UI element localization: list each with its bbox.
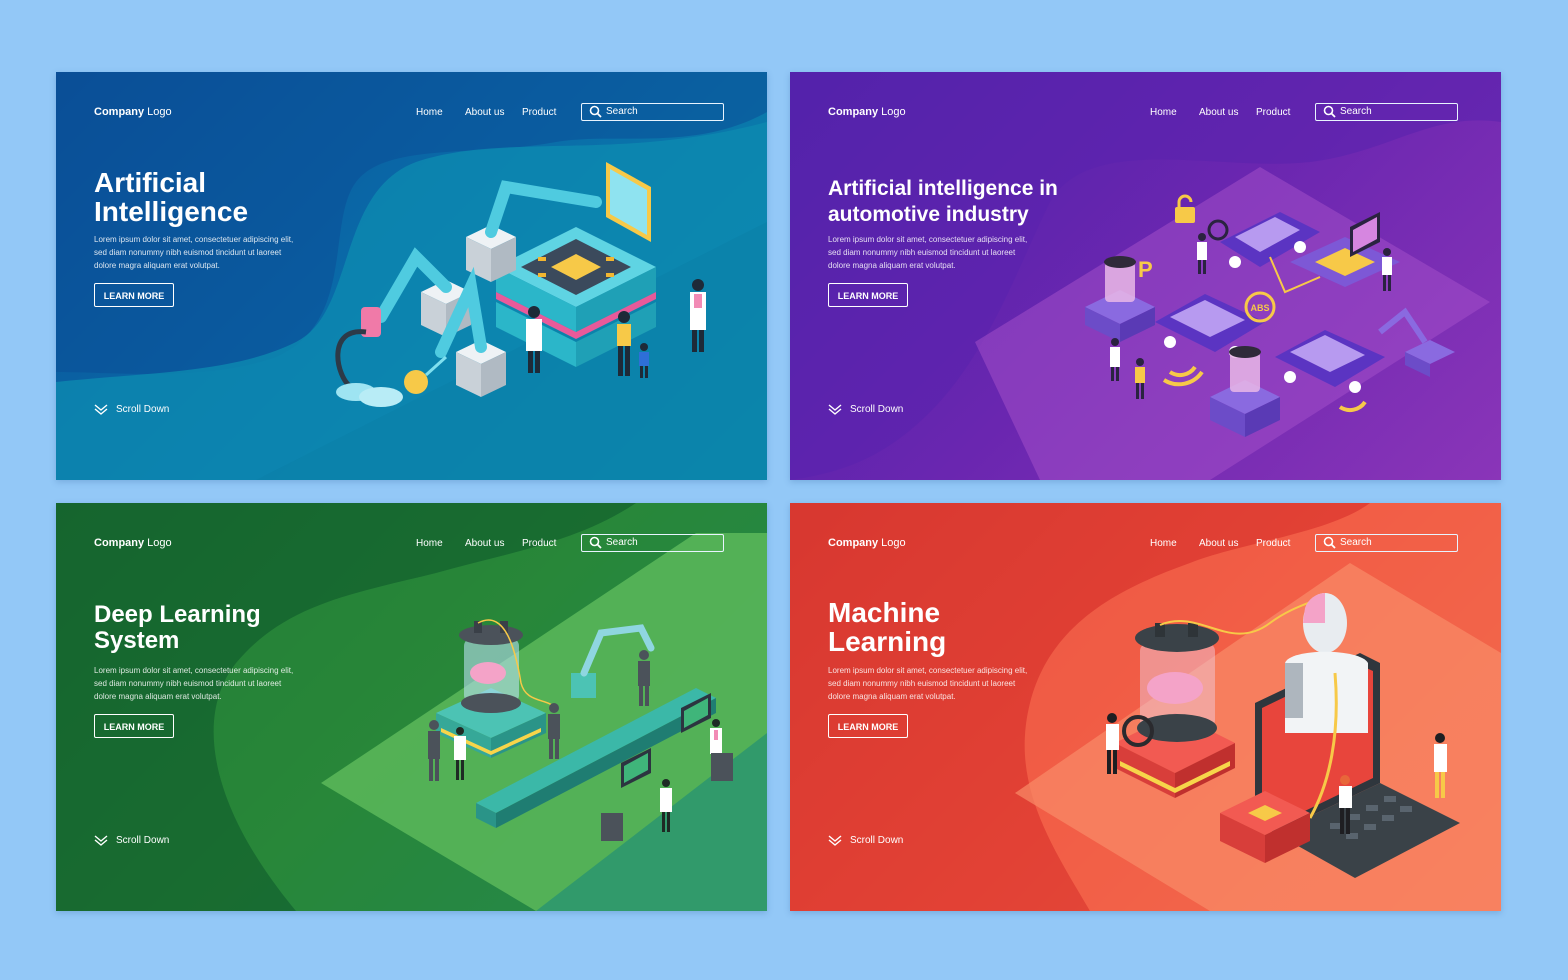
search-icon	[1323, 536, 1336, 549]
logo-bold: Company	[94, 106, 145, 118]
learn-more-button[interactable]: LEARN MORE	[94, 283, 174, 307]
logo-bold: Company	[828, 537, 879, 549]
illustration-smart-cars: P ABS	[1085, 194, 1455, 437]
hero-title-line: automotive industry	[828, 203, 1029, 226]
search-input[interactable]: Search	[1315, 534, 1458, 552]
nav-product[interactable]: Product	[522, 538, 556, 549]
lock-icon	[1175, 207, 1195, 223]
landing-panel-ai: Company Logo Home About us Product Searc…	[56, 72, 767, 480]
hero-description: Lorem ipsum dolor sit amet, consectetuer…	[828, 233, 1038, 272]
logo-rest: Logo	[878, 106, 906, 118]
hero-description: Lorem ipsum dolor sit amet, consectetuer…	[94, 233, 304, 272]
nav-home[interactable]: Home	[416, 538, 443, 549]
illustration-robot-factory	[335, 162, 706, 407]
description-line: sed diam nonummy nibh euismod tincidunt …	[828, 248, 1016, 257]
double-chevron-down-icon	[828, 835, 842, 846]
company-logo[interactable]: Company Logo	[828, 537, 906, 549]
nav-product[interactable]: Product	[1256, 107, 1290, 118]
abs-label: ABS	[1250, 303, 1269, 313]
hero-title-line: Deep Learning	[94, 601, 261, 628]
hero-title: Artificial intelligence in automotive in…	[828, 176, 1058, 228]
nav-home[interactable]: Home	[1150, 107, 1177, 118]
search-icon	[589, 536, 602, 549]
learn-more-button[interactable]: LEARN MORE	[828, 283, 908, 307]
nav-home[interactable]: Home	[416, 107, 443, 118]
nav-about-us[interactable]: About us	[465, 107, 504, 118]
description-line: dolore magna aliquam erat volutpat.	[828, 261, 956, 270]
nav-about-us[interactable]: About us	[465, 538, 504, 549]
company-logo[interactable]: Company Logo	[828, 106, 906, 118]
logo-rest: Logo	[144, 106, 172, 118]
description-line: Lorem ipsum dolor sit amet, consectetuer…	[828, 235, 1028, 244]
hero-description: Lorem ipsum dolor sit amet, consectetuer…	[828, 664, 1038, 703]
learn-more-button[interactable]: LEARN MORE	[94, 714, 174, 738]
hero-title-line: Learning	[828, 626, 947, 657]
landing-panel-deep-learning: Company Logo Home About us Product Searc…	[56, 503, 767, 911]
logo-rest: Logo	[878, 537, 906, 549]
description-line: Lorem ipsum dolor sit amet, consectetuer…	[94, 666, 294, 675]
nav-about-us[interactable]: About us	[1199, 538, 1238, 549]
scroll-down-label: Scroll Down	[850, 835, 904, 846]
company-logo[interactable]: Company Logo	[94, 537, 172, 549]
hero-title-line: System	[94, 627, 180, 654]
landing-panel-machine-learning: Company Logo Home About us Product Searc…	[790, 503, 1501, 911]
landing-panel-automotive: Company Logo Home About us Product Searc…	[790, 72, 1501, 480]
search-placeholder: Search	[1340, 537, 1372, 548]
search-placeholder: Search	[1340, 106, 1372, 117]
double-chevron-down-icon	[828, 404, 842, 415]
description-line: Lorem ipsum dolor sit amet, consectetuer…	[828, 666, 1028, 675]
description-line: sed diam nonummy nibh euismod tincidunt …	[94, 248, 282, 257]
illustration-robot-laptop	[1106, 593, 1460, 878]
logo-rest: Logo	[144, 537, 172, 549]
hero-title-line: Machine	[828, 597, 941, 628]
learn-more-button[interactable]: LEARN MORE	[828, 714, 908, 738]
scroll-down-label: Scroll Down	[116, 404, 170, 415]
nav-product[interactable]: Product	[1256, 538, 1290, 549]
company-logo[interactable]: Company Logo	[94, 106, 172, 118]
double-chevron-down-icon	[94, 404, 108, 415]
hero-title-line: Intelligence	[94, 196, 249, 228]
parking-sign: P	[1138, 257, 1153, 282]
description-line: dolore magna aliquam erat volutpat.	[828, 692, 956, 701]
search-input[interactable]: Search	[581, 534, 724, 552]
logo-bold: Company	[828, 106, 879, 118]
search-input[interactable]: Search	[1315, 103, 1458, 121]
hero-title: Machine Learning	[828, 598, 946, 656]
hero-title: Deep Learning System	[94, 602, 261, 654]
description-line: sed diam nonummy nibh euismod tincidunt …	[828, 679, 1016, 688]
hero-title-line: Artificial intelligence in	[828, 177, 1058, 200]
description-line: Lorem ipsum dolor sit amet, consectetuer…	[94, 235, 294, 244]
search-icon	[1323, 105, 1336, 118]
double-chevron-down-icon	[94, 835, 108, 846]
search-icon	[589, 105, 602, 118]
scroll-down-label: Scroll Down	[116, 835, 170, 846]
nav-product[interactable]: Product	[522, 107, 556, 118]
search-placeholder: Search	[606, 106, 638, 117]
search-input[interactable]: Search	[581, 103, 724, 121]
nav-home[interactable]: Home	[1150, 538, 1177, 549]
description-line: dolore magra aliquam erat volutpat.	[94, 261, 220, 270]
hero-title-line: Artificial	[94, 167, 207, 198]
logo-bold: Company	[94, 537, 145, 549]
search-placeholder: Search	[606, 537, 638, 548]
description-line: sed diam nonummy nibh euismod tincidunt …	[94, 679, 282, 688]
scroll-down-label: Scroll Down	[850, 404, 904, 415]
nav-about-us[interactable]: About us	[1199, 107, 1238, 118]
illustration-brain-conveyor	[428, 619, 733, 841]
description-line: dolore magna aliquam erat volutpat.	[94, 692, 222, 701]
hero-description: Lorem ipsum dolor sit amet, consectetuer…	[94, 664, 304, 703]
hero-title: Artificial Intelligence	[94, 168, 248, 227]
